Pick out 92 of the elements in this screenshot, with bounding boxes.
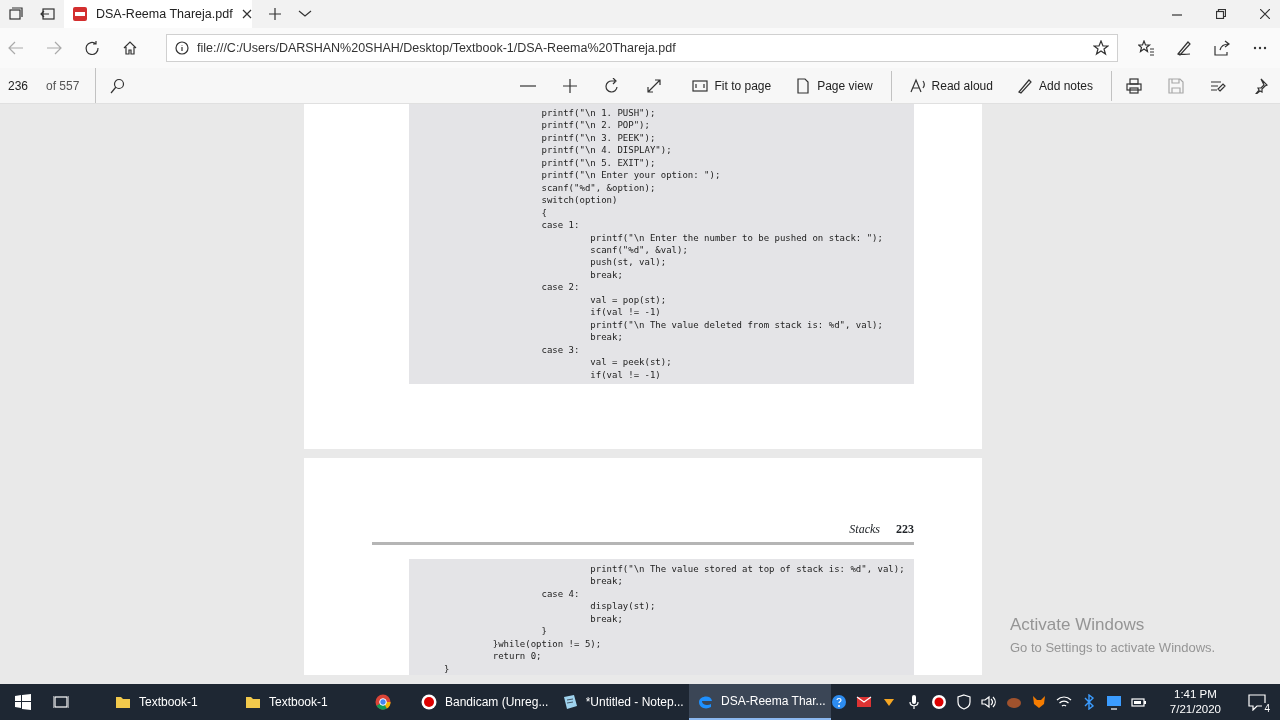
tab-title: DSA-Reema Thareja.pdf: [96, 5, 233, 23]
page-view-icon: [795, 77, 812, 94]
save-icon: [1168, 77, 1184, 94]
code-line: break;: [589, 268, 623, 282]
code-line: case 1:: [540, 219, 580, 232]
restore-icon[interactable]: [1216, 9, 1226, 19]
refresh-icon[interactable]: [84, 40, 100, 56]
code-line: break;: [589, 575, 623, 588]
expand-icon: [646, 77, 663, 94]
code-line: }: [540, 625, 547, 638]
taskbar-button[interactable]: Textbook-1: [107, 684, 237, 720]
taskbar-button[interactable]: Bandicam (Unreg...: [413, 684, 554, 720]
page-number: 223: [896, 520, 914, 538]
running-header: Stacks: [849, 520, 880, 538]
code-line: break;: [589, 331, 623, 344]
view-button[interactable]: Page view: [789, 70, 879, 101]
code-line: printf("\n 2. POP");: [540, 119, 650, 132]
code-line: printf("\n 1. PUSH");: [540, 107, 656, 120]
fox-icon[interactable]: [1030, 694, 1047, 710]
code-line: case 4:: [540, 587, 580, 601]
code-line: printf("\n 4. DISPLAY");: [540, 144, 672, 157]
code-line: if(val != -1): [589, 368, 661, 381]
code-line: printf("\n The value deleted from stack is: %d", val);: [589, 318, 883, 332]
code-line: }: [444, 662, 450, 676]
notification-badge: 4: [1262, 703, 1272, 715]
taskbar-button[interactable]: DSA-Reema Thar...: [689, 684, 831, 720]
read-button[interactable]: Read aloud: [903, 70, 999, 101]
shield-icon[interactable]: [955, 694, 972, 710]
task-view-icon[interactable]: [53, 694, 69, 710]
notepad-icon: [561, 694, 578, 710]
favorites-icon[interactable]: [1138, 40, 1154, 56]
home-icon[interactable]: [122, 40, 138, 56]
activation-title: Activate Windows: [1010, 614, 1146, 636]
clock-time[interactable]: 1:41 PM: [1169, 687, 1221, 702]
star-icon[interactable]: [1093, 40, 1109, 56]
tabs-icon[interactable]: [8, 6, 24, 22]
code-line: val = pop(st);: [589, 293, 667, 307]
code-line: {: [540, 206, 547, 220]
fit-button[interactable]: Fit to page: [686, 70, 778, 101]
close-icon[interactable]: [1260, 9, 1270, 19]
code-line: case 3:: [540, 343, 580, 357]
folder-icon: [245, 694, 261, 710]
fit-page-icon: [692, 77, 709, 94]
notes-button[interactable]: Add notes: [1010, 70, 1099, 101]
address-field[interactable]: file:///C:/Users/DARSHAN%20SHAH/Desktop/Textbook-1/DSA-Reema%20Thareja.pdf: [166, 34, 1118, 62]
back-tab-icon[interactable]: [40, 6, 56, 22]
code-line: }while(option != 5);: [491, 637, 602, 651]
code-line: break;: [589, 612, 623, 626]
plus-icon: [562, 77, 579, 94]
code-line: printf("\n 5. EXIT");: [540, 156, 656, 170]
code-line: switch(option): [540, 194, 618, 207]
rotate-icon: [604, 77, 621, 94]
code-line: case 2:: [540, 281, 580, 294]
speaker-icon[interactable]: [980, 694, 997, 710]
taskbar-button[interactable]: Textbook-1: [237, 684, 367, 720]
pdf-icon: [72, 6, 88, 22]
pin-icon: [1252, 77, 1268, 94]
monitor-icon[interactable]: [1105, 694, 1122, 710]
printer-icon: [1126, 77, 1142, 94]
code-line: display(st);: [589, 600, 656, 613]
pen-icon[interactable]: [1176, 40, 1192, 56]
browser-tab[interactable]: DSA-Reema Thareja.pdf: [64, 0, 252, 28]
code-line: printf("\n Enter the number to be pushed on stack: ");: [589, 231, 883, 244]
code-line: printf("\n Enter your option: ");: [540, 169, 721, 182]
code-line: if(val != -1): [589, 306, 661, 319]
record-icon[interactable]: [930, 694, 947, 710]
code-line: scanf("%d", &val);: [589, 244, 688, 257]
code-line: printf("\n 3. PEEK");: [540, 131, 656, 145]
code-line: push(st, val);: [589, 256, 667, 269]
mail-icon[interactable]: [855, 694, 872, 710]
minus-icon: [520, 84, 537, 87]
pen-icon: [1016, 77, 1033, 94]
new-tab-icon[interactable]: [268, 7, 282, 21]
record-icon: [421, 694, 437, 710]
code-line: return 0;: [491, 650, 542, 663]
help-icon[interactable]: [830, 694, 847, 710]
activation-message: Go to Settings to activate Windows.: [1010, 638, 1216, 657]
taskbar-button[interactable]: *Untitled - Notep...: [553, 684, 690, 720]
folder-icon: [115, 694, 131, 710]
windows-logo-icon[interactable]: [15, 694, 31, 710]
info-icon: [175, 41, 189, 55]
close-icon[interactable]: [240, 8, 253, 20]
clock-date[interactable]: 7/21/2020: [1169, 702, 1221, 717]
search-icon[interactable]: [110, 77, 127, 94]
code-line: val = peek(st);: [589, 356, 672, 369]
page-number-field[interactable]: 236: [0, 76, 38, 95]
chrome-icon: [375, 694, 391, 710]
page-count: of 557: [45, 77, 81, 95]
code-line: printf("\n The value stored at top of stack is: %d", val);: [589, 562, 905, 576]
code-line: scanf("%d", &option);: [540, 181, 656, 195]
notification-icon[interactable]: [1248, 693, 1266, 712]
read-aloud-icon: [909, 77, 926, 94]
